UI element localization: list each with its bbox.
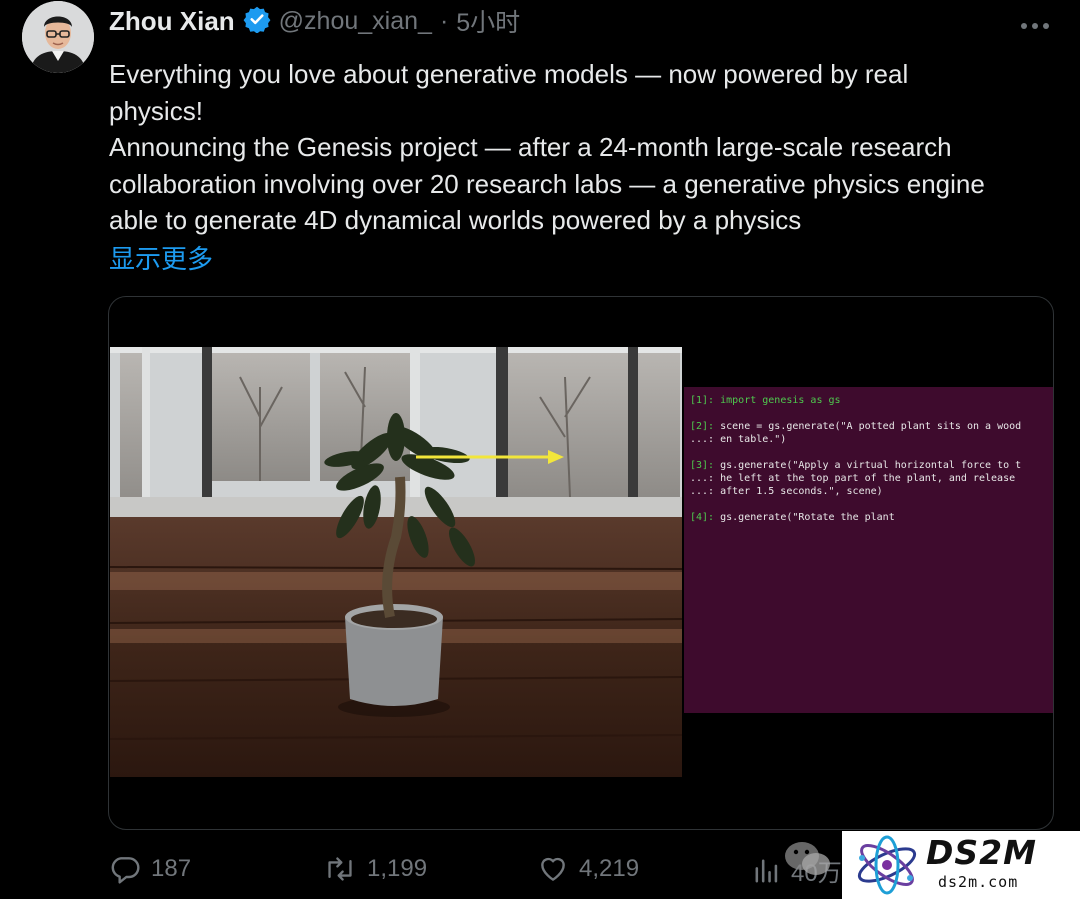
retweet-button[interactable]: 1,199 xyxy=(323,853,427,885)
avatar-photo xyxy=(22,1,94,73)
author-name[interactable]: Zhou Xian xyxy=(109,6,235,37)
like-button[interactable]: 4,219 xyxy=(537,853,639,885)
code-cell: [3]: gs.generate("Apply a virtual horizo… xyxy=(690,459,1047,498)
atom-logo-icon xyxy=(857,835,917,895)
tweet-line: Everything you love about generative mod… xyxy=(109,59,909,89)
tweet-line: Announcing the Genesis project — after a… xyxy=(109,132,952,162)
code-line: import genesis as gs xyxy=(720,395,841,406)
reply-icon xyxy=(111,857,140,884)
author-handle[interactable]: @zhou_xian_ xyxy=(279,7,432,36)
code-line: ...: after 1.5 seconds.", scene) xyxy=(690,486,883,497)
plant-scene-image xyxy=(110,347,682,777)
code-cell: [4]: gs.generate("Rotate the plant xyxy=(690,511,1047,524)
code-line: ...: en table.") xyxy=(690,434,787,445)
wechat-logo-icon xyxy=(782,838,834,880)
code-prompt: [4]: xyxy=(690,512,715,523)
code-cell: [2]: scene = gs.generate("A potted plant… xyxy=(690,420,1047,446)
analytics-icon xyxy=(755,859,778,882)
code-prompt: [3]: xyxy=(690,460,715,471)
site-watermark: DS2M ds2m.com xyxy=(842,831,1080,899)
reply-button[interactable]: 187 xyxy=(109,853,191,885)
show-more-link[interactable]: 显示更多 xyxy=(109,239,213,276)
verified-badge-icon xyxy=(243,5,271,38)
more-options-icon[interactable] xyxy=(1017,14,1053,38)
watermark-url: ds2m.com xyxy=(938,873,1019,891)
code-line: ...: he left at the top part of the plan… xyxy=(690,473,1016,484)
tweet-line: able to generate 4D dynamical worlds pow… xyxy=(109,205,802,235)
code-terminal: [1]: import genesis as gs [2]: scene = g… xyxy=(684,387,1053,713)
tweet-body: Everything you love about generative mod… xyxy=(109,56,1059,239)
code-line: scene = gs.generate("A potted plant sits… xyxy=(720,421,1022,432)
code-prompt: [1]: xyxy=(690,395,715,406)
watermark-title: DS2M xyxy=(926,833,1037,872)
retweet-count: 1,199 xyxy=(367,855,428,882)
author-avatar[interactable] xyxy=(22,1,94,73)
header-separator: · xyxy=(439,6,449,35)
heart-icon xyxy=(541,857,565,881)
retweet-icon xyxy=(328,857,352,881)
like-count: 4,219 xyxy=(579,855,640,882)
tweet-timestamp[interactable]: 5小时 xyxy=(456,3,520,39)
video-media[interactable]: [1]: import genesis as gs [2]: scene = g… xyxy=(108,296,1054,830)
code-line: gs.generate("Rotate the plant xyxy=(720,512,895,523)
code-cell: [1]: import genesis as gs xyxy=(690,394,1047,407)
reply-count: 187 xyxy=(151,855,192,882)
tweet-line: collaboration involving over 20 research… xyxy=(109,168,985,199)
code-line: gs.generate("Apply a virtual horizontal … xyxy=(720,460,1022,471)
tweet-line: physics! xyxy=(109,95,203,126)
code-prompt: [2]: xyxy=(690,421,715,432)
tweet-header: Zhou Xian @zhou_xian_ · 5小时 xyxy=(109,4,520,38)
